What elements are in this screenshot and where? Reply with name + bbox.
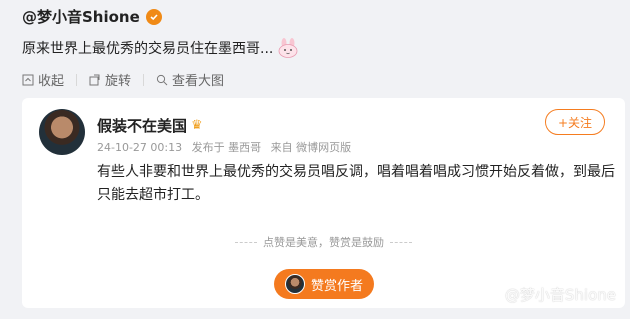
- avatar[interactable]: [39, 109, 85, 155]
- post-source: 来自 微博网页版: [270, 141, 352, 154]
- magnify-icon: [156, 74, 168, 85]
- reward-hint: 点赞是美意，赞赏是鼓励: [22, 234, 625, 250]
- user-name[interactable]: 假装不在美国 ♛: [97, 115, 203, 136]
- post-author[interactable]: @梦小音Shione: [22, 6, 162, 27]
- post-text-content: 原来世界上最优秀的交易员住在墨西哥...: [22, 41, 274, 57]
- toolbar-divider: [143, 73, 145, 86]
- crown-icon: ♛: [191, 118, 203, 133]
- collapse-button[interactable]: 收起: [22, 70, 64, 89]
- verified-badge-icon: [145, 8, 162, 25]
- watermark: @梦小音Shione: [484, 284, 616, 305]
- rotate-label: 旋转: [105, 74, 132, 89]
- post-author-name[interactable]: @梦小音Shione: [22, 6, 140, 27]
- quoted-post-card: 假装不在美国 ♛ 24-10-27 00:13 发布于 墨西哥 来自 微博网页版…: [22, 98, 625, 308]
- post-text: 原来世界上最优秀的交易员住在墨西哥...: [22, 38, 299, 58]
- view-large-label: 查看大图: [172, 74, 225, 89]
- reward-hint-text: 点赞是美意，赞赏是鼓励: [263, 236, 384, 249]
- follow-button[interactable]: +关注: [545, 109, 605, 135]
- reward-avatar: [284, 274, 305, 294]
- divider: [235, 241, 257, 243]
- post-time[interactable]: 24-10-27 00:13: [97, 141, 182, 154]
- collapse-icon: [22, 74, 34, 85]
- post-body: 有些人非要和世界上最优秀的交易员唱反调，唱着唱着唱成习惯开始反着做，到最后只能去…: [97, 164, 615, 203]
- weibo-logo-icon: [484, 287, 501, 303]
- reward-button[interactable]: 赞赏作者: [274, 269, 374, 299]
- rotate-button[interactable]: 旋转: [89, 70, 131, 89]
- reward-button-label: 赞赏作者: [310, 278, 363, 294]
- rotate-icon: [89, 74, 100, 85]
- view-large-button[interactable]: 查看大图: [156, 70, 224, 89]
- divider: [390, 241, 412, 243]
- toolbar-divider: [76, 73, 78, 86]
- image-toolbar: 收起 旋转 查看大图: [22, 70, 236, 89]
- user-name-text[interactable]: 假装不在美国: [97, 115, 187, 136]
- watermark-text: @梦小音Shione: [504, 286, 616, 304]
- bunny-emoji-icon: [277, 38, 299, 58]
- post-location: 发布于 墨西哥: [191, 141, 262, 154]
- post-meta: 24-10-27 00:13 发布于 墨西哥 来自 微博网页版: [97, 139, 357, 155]
- collapse-label: 收起: [38, 74, 65, 89]
